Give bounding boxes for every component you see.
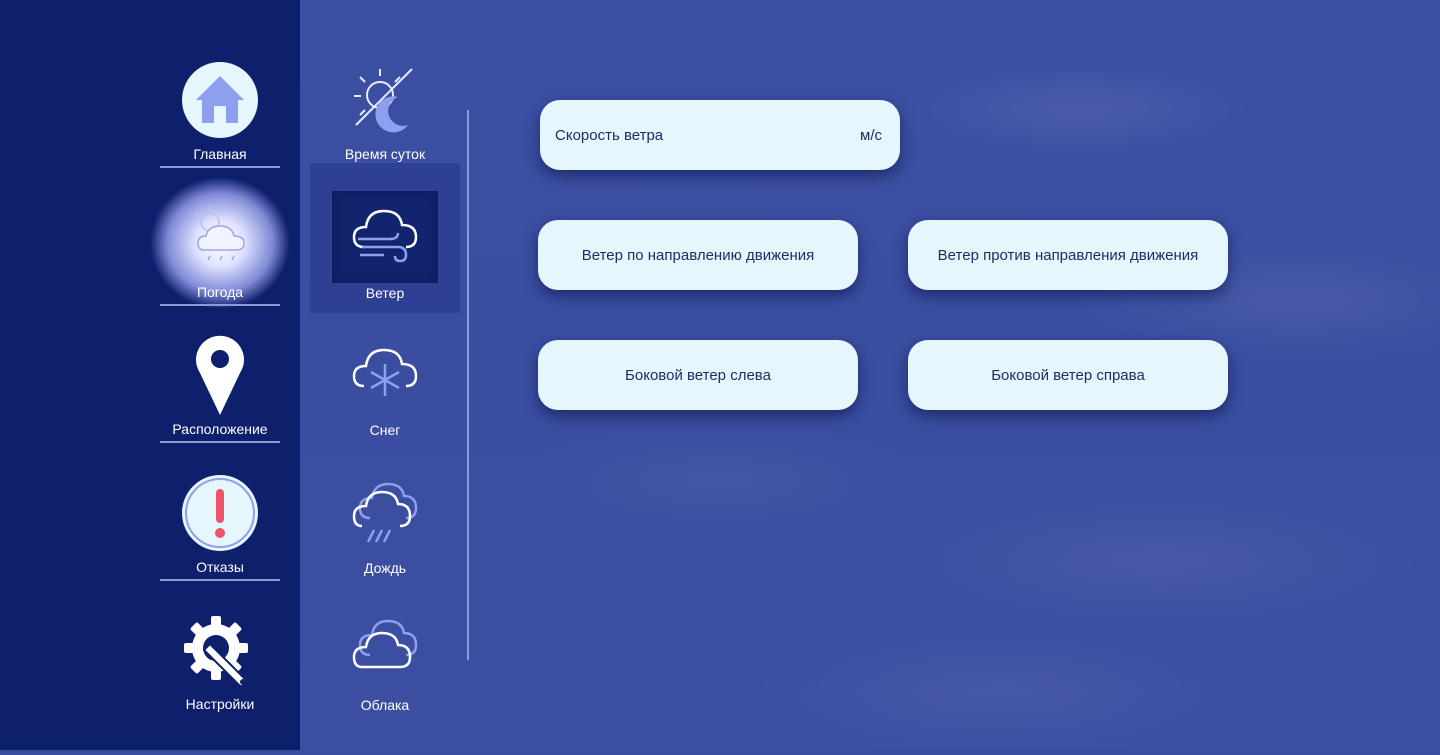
tailwind-label: Ветер по направлению движения	[581, 246, 815, 264]
sidebar-item-weather[interactable]: Погода	[160, 198, 280, 326]
crosswind-right-button[interactable]: Боковой ветер справа	[908, 340, 1228, 410]
sidebar-item-label: Главная	[193, 146, 247, 162]
sidebar-item-location[interactable]: Расположение	[160, 335, 280, 463]
crosswind-left-label: Боковой ветер слева	[625, 366, 771, 384]
sidebar-item-home[interactable]: Главная	[160, 60, 280, 188]
submenu-divider	[467, 110, 469, 660]
wind-speed-field[interactable]: Скорость ветра м/с	[540, 100, 900, 170]
sidebar-item-label: Настройки	[185, 696, 255, 712]
sidebar-item-label: Расположение	[172, 421, 268, 437]
main-sidebar: Главная Погода Расположение Отказы Настр…	[0, 0, 300, 750]
wind-cloud-icon	[350, 201, 420, 271]
tab-label: Время суток	[344, 146, 426, 162]
sidebar-item-label: Погода	[196, 284, 244, 300]
clouds-icon	[350, 615, 420, 685]
divider	[160, 304, 280, 306]
tab-label: Облака	[360, 697, 410, 713]
tab-label: Ветер	[365, 285, 405, 301]
tab-snow[interactable]: Снег	[310, 330, 460, 480]
snow-cloud-icon	[350, 340, 420, 410]
weather-icon	[180, 198, 260, 278]
crosswind-right-label: Боковой ветер справа	[991, 366, 1145, 384]
sidebar-item-label: Отказы	[196, 559, 244, 575]
location-pin-icon	[180, 335, 260, 415]
tab-clouds[interactable]: Облака	[310, 605, 460, 755]
divider	[160, 579, 280, 581]
crosswind-left-button[interactable]: Боковой ветер слева	[538, 340, 858, 410]
sidebar-item-settings[interactable]: Настройки	[160, 610, 280, 738]
settings-wrench-icon	[180, 610, 260, 690]
tab-label: Снег	[369, 422, 401, 438]
alert-icon	[180, 473, 260, 553]
headwind-label: Ветер против направления движения	[937, 246, 1199, 264]
wind-speed-label: Скорость ветра	[555, 126, 664, 144]
day-night-icon	[350, 63, 420, 133]
divider	[160, 441, 280, 443]
sidebar-item-failures[interactable]: Отказы	[160, 473, 280, 601]
tab-label: Дождь	[363, 560, 407, 576]
tab-wind[interactable]: Ветер	[310, 163, 460, 313]
rain-cloud-icon	[350, 478, 420, 548]
wind-speed-unit: м/с	[860, 126, 882, 144]
home-icon	[180, 60, 260, 140]
divider	[160, 166, 280, 168]
tab-rain[interactable]: Дождь	[310, 468, 460, 618]
headwind-button[interactable]: Ветер против направления движения	[908, 220, 1228, 290]
tailwind-button[interactable]: Ветер по направлению движения	[538, 220, 858, 290]
